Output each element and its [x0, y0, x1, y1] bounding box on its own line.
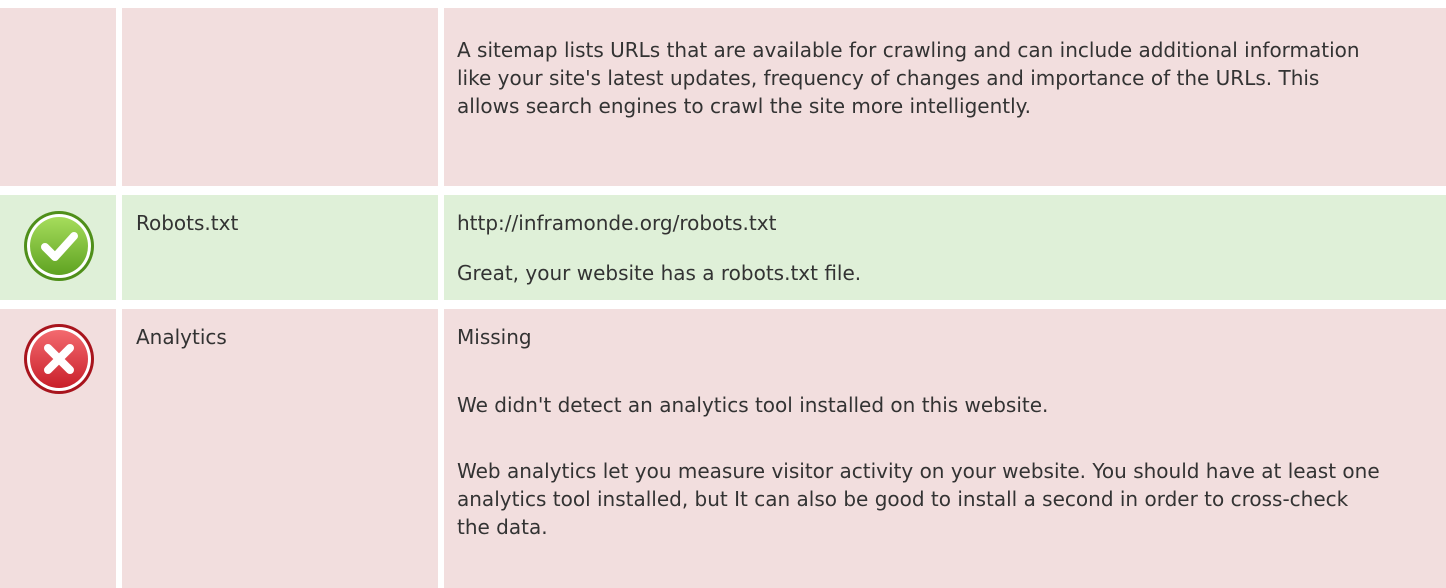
check-name-cell: Analytics: [122, 309, 438, 588]
report-row-analytics: Analytics Missing We didn't detect an an…: [0, 309, 1446, 588]
check-name-label: Analytics: [136, 325, 227, 349]
check-description: Great, your website has a robots.txt fil…: [457, 261, 862, 285]
report-row-sitemap: A sitemap lists URLs that are available …: [0, 8, 1446, 186]
check-value: Missing: [457, 325, 532, 349]
error-cross-icon: [24, 324, 94, 394]
check-circle-icon: [24, 211, 94, 281]
status-icon-cell: [0, 195, 116, 300]
check-name-cell: [122, 8, 438, 186]
check-recommendation: Web analytics let you measure visitor ac…: [457, 459, 1380, 539]
check-value: http://inframonde.org/robots.txt: [457, 211, 777, 235]
check-name-cell: Robots.txt: [122, 195, 438, 300]
report-row-robots: Robots.txt http://inframonde.org/robots.…: [0, 195, 1446, 300]
check-name-label: Robots.txt: [136, 211, 239, 235]
check-detail-cell: A sitemap lists URLs that are available …: [444, 8, 1446, 186]
check-detail-cell: http://inframonde.org/robots.txt Great, …: [444, 195, 1446, 300]
seo-report-table: A sitemap lists URLs that are available …: [0, 0, 1446, 588]
status-icon-cell: [0, 309, 116, 588]
check-description: A sitemap lists URLs that are available …: [457, 38, 1360, 118]
status-icon-cell: [0, 8, 116, 186]
check-description: We didn't detect an analytics tool insta…: [457, 393, 1049, 417]
check-detail-cell: Missing We didn't detect an analytics to…: [444, 309, 1446, 588]
